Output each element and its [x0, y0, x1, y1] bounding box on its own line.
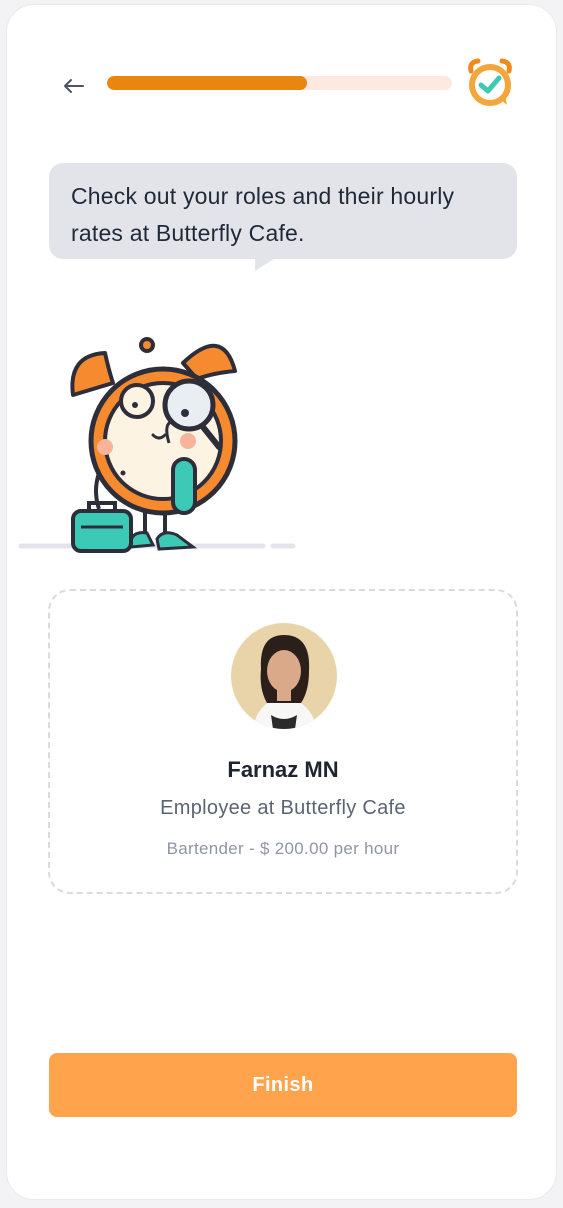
hourly-rate: Bartender - $ 200.00 per hour	[166, 839, 400, 858]
back-button[interactable]	[59, 71, 89, 101]
arrow-left-icon	[64, 79, 84, 93]
finish-button[interactable]: Finish	[49, 1053, 517, 1117]
message-bubble: Check out your roles and their hourly ra…	[49, 163, 517, 259]
avatar	[231, 623, 337, 729]
screen: Check out your roles and their hourly ra…	[6, 4, 557, 1200]
message-text: Check out your roles and their hourly ra…	[71, 183, 455, 246]
progress-fill	[107, 76, 308, 90]
progress-bar	[107, 76, 452, 90]
employee-card: Farnaz MN Employee at Butterfly Cafe Bar…	[48, 589, 518, 894]
alarm-clock-character-illustration	[13, 323, 303, 568]
employee-name: Farnaz MN	[227, 757, 339, 782]
alarm-clock-check-icon	[465, 57, 515, 109]
employee-role: Employee at Butterfly Cafe	[160, 797, 406, 819]
message-bubble-tail	[255, 257, 277, 271]
